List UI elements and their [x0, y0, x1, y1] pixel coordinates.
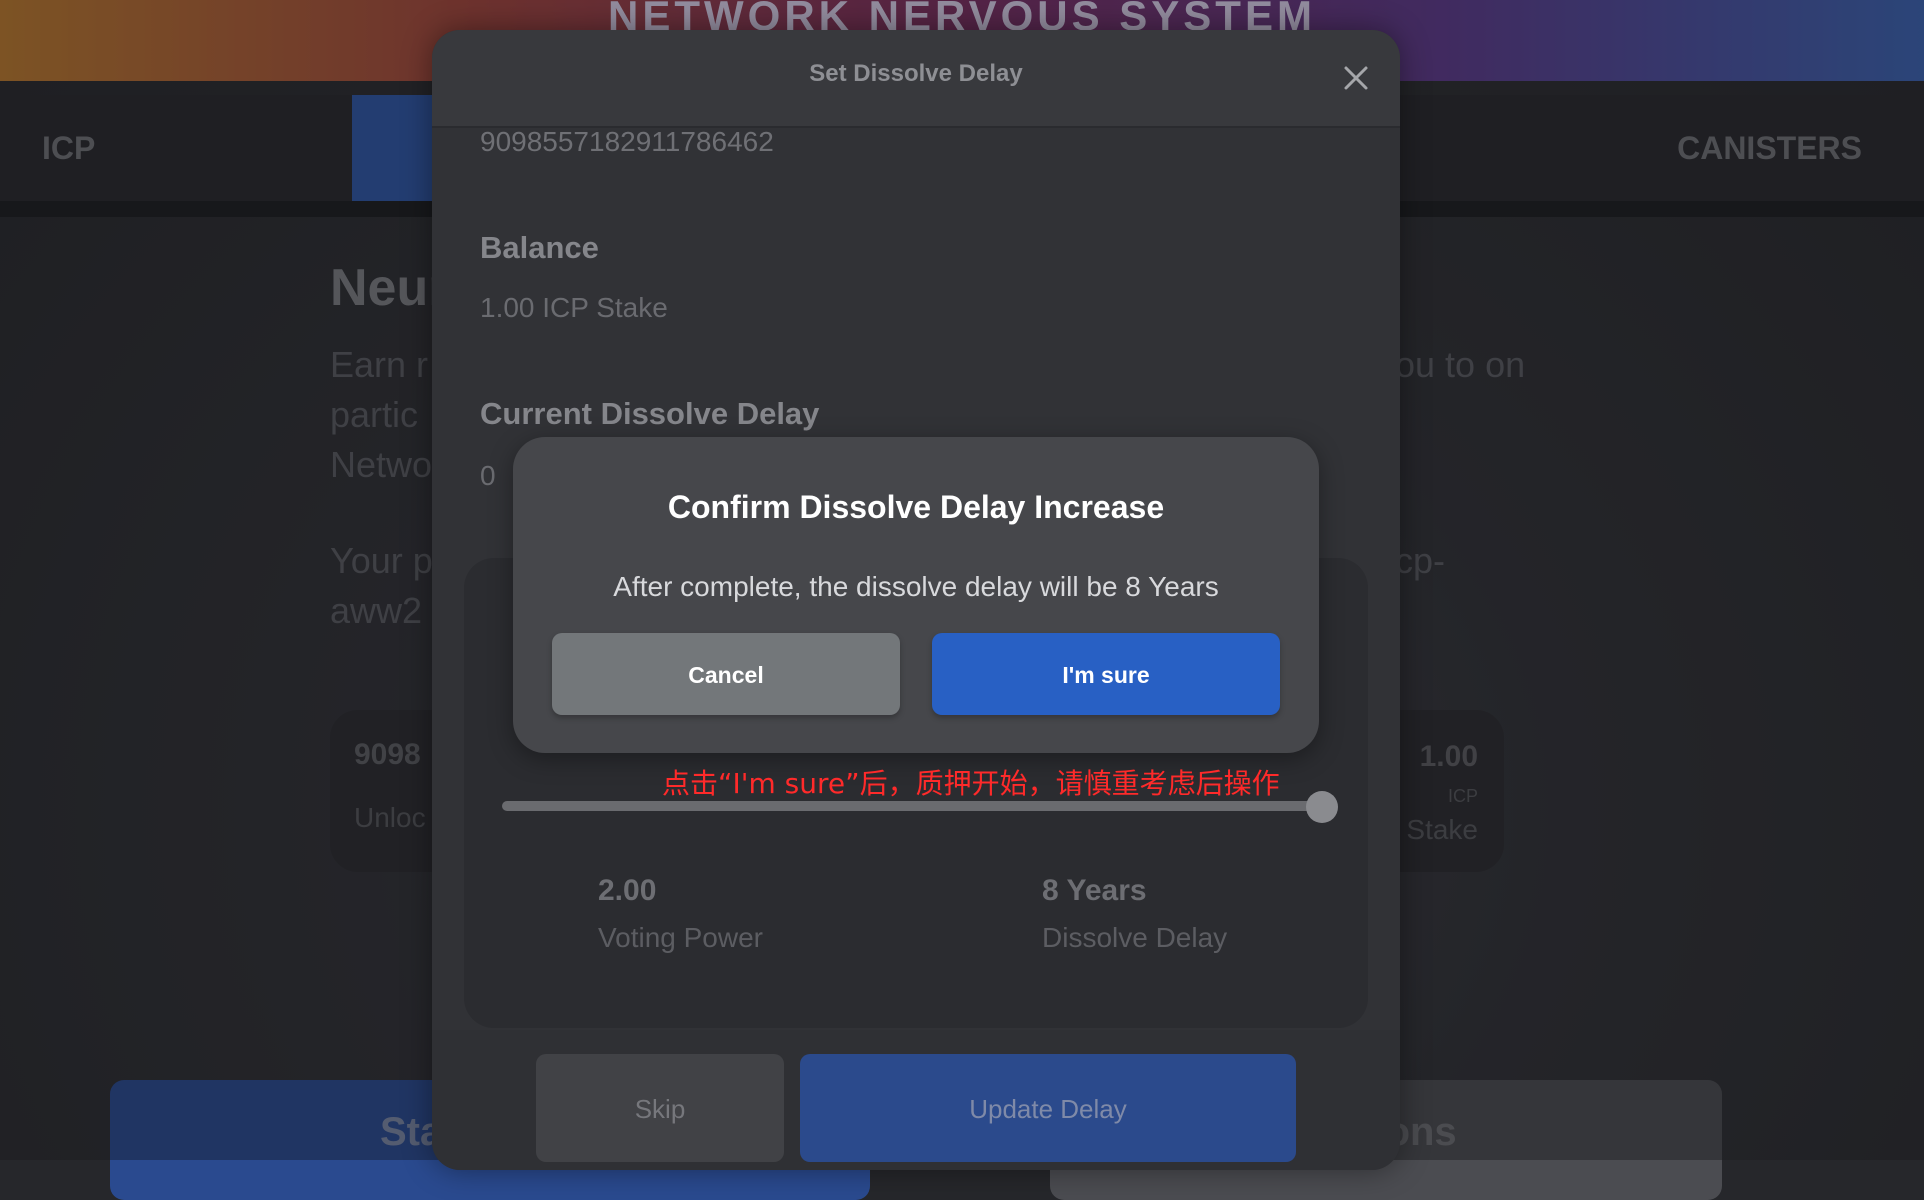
voting-power-value: 2.00 — [598, 874, 657, 907]
current-dissolve-delay-label: Current Dissolve Delay — [480, 396, 820, 431]
dissolve-delay-label: Dissolve Delay — [1042, 922, 1228, 953]
confirm-message: After complete, the dissolve delay will … — [613, 571, 1219, 602]
confirm-dialog: Confirm Dissolve Delay Increase After co… — [513, 437, 1319, 753]
dissolve-delay-slider-track[interactable] — [502, 801, 1322, 811]
modal-title: Set Dissolve Delay — [809, 60, 1023, 87]
cancel-button[interactable]: Cancel — [552, 633, 900, 715]
balance-label: Balance — [480, 230, 599, 265]
neuron-id: 9098557182911786462 — [480, 126, 774, 157]
update-delay-button[interactable]: Update Delay — [800, 1054, 1296, 1162]
voting-power-label: Voting Power — [598, 922, 763, 953]
balance-value: 1.00 ICP Stake — [480, 292, 668, 323]
modal-footer: Skip Update Delay — [432, 1030, 1400, 1170]
close-icon[interactable] — [1336, 58, 1376, 98]
confirm-title: Confirm Dissolve Delay Increase — [667, 489, 1165, 525]
warning-annotation: 点击“I'm sure”后，质押开始，请慎重考虑后操作 — [662, 767, 1280, 800]
im-sure-button[interactable]: I'm sure — [932, 633, 1280, 715]
dissolve-delay-value: 8 Years — [1042, 874, 1147, 907]
modal-header: Set Dissolve Delay — [432, 30, 1400, 128]
current-dissolve-delay-value: 0 — [480, 460, 496, 491]
dissolve-delay-slider-thumb[interactable] — [1306, 791, 1338, 823]
skip-button[interactable]: Skip — [536, 1054, 784, 1162]
